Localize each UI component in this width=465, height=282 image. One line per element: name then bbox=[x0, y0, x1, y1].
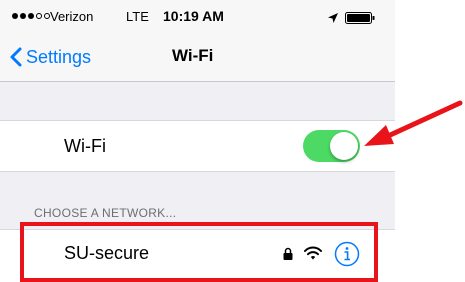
info-icon[interactable] bbox=[334, 241, 360, 267]
location-arrow-icon bbox=[328, 13, 338, 23]
carrier-name: Verizon bbox=[50, 9, 94, 24]
signal-dot bbox=[28, 13, 34, 19]
wifi-toggle-label: Wi-Fi bbox=[64, 136, 106, 156]
network-name: SU-secure bbox=[64, 243, 150, 263]
wifi-signal-icon bbox=[304, 246, 322, 260]
status-bar: Verizon LTE 10:19 AM bbox=[0, 0, 395, 34]
cell-signal-icon bbox=[12, 13, 50, 19]
signal-dot bbox=[20, 13, 26, 19]
section-header: CHOOSE A NETWORK... bbox=[34, 206, 177, 220]
navigation-bar: Settings Wi-Fi bbox=[0, 34, 395, 82]
network-row[interactable]: SU-secure bbox=[0, 229, 395, 281]
page-title: Wi-Fi bbox=[172, 46, 214, 65]
chevron-left-icon bbox=[10, 47, 22, 67]
signal-dot bbox=[36, 13, 42, 19]
toggle-knob bbox=[330, 132, 358, 160]
battery-icon bbox=[345, 12, 375, 24]
settings-screen: Verizon LTE 10:19 AM Settings Wi-Fi Wi-F… bbox=[0, 0, 395, 281]
wifi-toggle-switch[interactable] bbox=[303, 130, 360, 162]
signal-dot bbox=[12, 13, 18, 19]
network-type: LTE bbox=[126, 9, 149, 24]
wifi-toggle-row: Wi-Fi bbox=[0, 120, 395, 172]
status-time: 10:19 AM bbox=[163, 8, 224, 24]
lock-icon bbox=[283, 247, 293, 260]
back-button[interactable]: Settings bbox=[10, 34, 91, 80]
back-button-label: Settings bbox=[26, 46, 92, 67]
